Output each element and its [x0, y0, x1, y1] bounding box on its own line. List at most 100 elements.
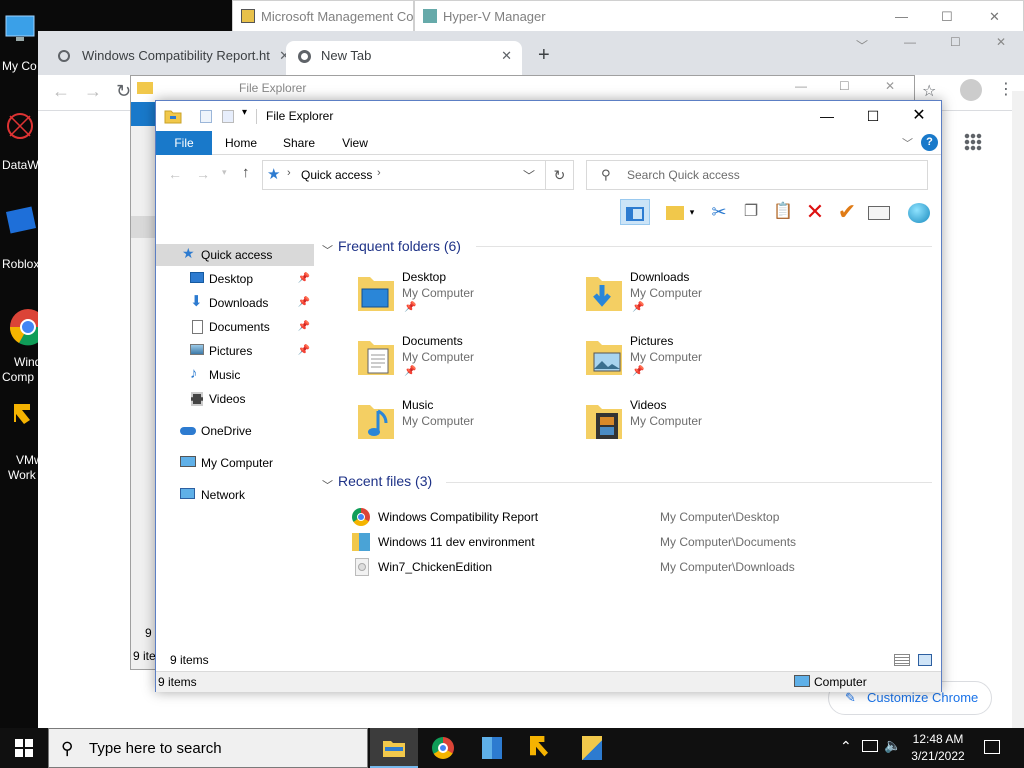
- folder-tile-pictures[interactable]: Pictures My Computer 📌: [584, 333, 804, 393]
- forward-arrow-icon[interactable]: →: [196, 166, 210, 182]
- back-arrow-icon[interactable]: ←: [52, 81, 70, 102]
- bookmark-star-icon[interactable]: ☆: [922, 81, 936, 101]
- tab-home[interactable]: Home: [218, 131, 264, 155]
- sidebar-item-quick-access[interactable]: ★ Quick access: [156, 244, 314, 266]
- pin-icon[interactable]: 📌: [298, 292, 310, 314]
- back-arrow-icon[interactable]: ←: [168, 166, 182, 182]
- hyperv-maximize-button[interactable]: ☐: [941, 1, 953, 33]
- new-tab-plus-icon[interactable]: +: [538, 45, 550, 65]
- chrome-minimize-button[interactable]: —: [904, 35, 916, 49]
- refresh-icon[interactable]: ↻: [546, 160, 574, 190]
- frequent-folders-header[interactable]: Frequent folders (6): [338, 236, 461, 256]
- hyperv-window-strip[interactable]: Hyper-V Manager — ☐ ✕: [414, 0, 1024, 32]
- close-icon[interactable]: ✕: [279, 41, 286, 71]
- taskbar-hyperv[interactable]: [468, 728, 516, 768]
- close-button[interactable]: ✕: [896, 101, 942, 131]
- pin-icon[interactable]: 📌: [298, 268, 310, 290]
- breadcrumb-separator-icon[interactable]: ›: [377, 167, 381, 179]
- explorer-titlebar[interactable]: ▾ File Explorer — ☐ ✕: [156, 101, 941, 131]
- desktop-icon-label-2: Comp: [2, 370, 35, 384]
- chrome-scrollbar[interactable]: [1012, 91, 1024, 730]
- minimize-button[interactable]: —: [804, 101, 850, 131]
- taskbar-search-input[interactable]: ⚲ Type here to search: [48, 728, 368, 768]
- hyperv-minimize-button[interactable]: —: [895, 1, 908, 33]
- shell-globe-icon[interactable]: [906, 199, 932, 225]
- folder-tile-documents[interactable]: Documents My Computer 📌: [356, 333, 576, 393]
- preview-pane-icon[interactable]: [620, 199, 650, 225]
- sidebar-item-videos[interactable]: Videos: [156, 388, 314, 410]
- pin-icon[interactable]: 📌: [298, 340, 310, 362]
- quick-access-toolbar-dropdown-icon[interactable]: ▾: [242, 107, 247, 118]
- sidebar-item-downloads[interactable]: ⬇ Downloads 📌: [156, 292, 314, 314]
- large-icons-view-icon[interactable]: [918, 654, 932, 666]
- taskbar-vmware[interactable]: [518, 728, 566, 768]
- reload-icon[interactable]: ↻: [116, 81, 131, 102]
- cut-scissors-icon[interactable]: ✂: [706, 199, 732, 225]
- quick-access-toolbar-properties-icon[interactable]: [200, 110, 212, 123]
- volume-speaker-icon[interactable]: 🔈: [884, 737, 901, 754]
- start-button[interactable]: [0, 728, 48, 768]
- taskbar-mmc[interactable]: [568, 728, 616, 768]
- back-explorer-close[interactable]: ✕: [885, 79, 895, 93]
- folder-tile-downloads[interactable]: Downloads My Computer 📌: [584, 269, 804, 329]
- sidebar-item-onedrive[interactable]: OneDrive: [156, 420, 314, 442]
- quick-access-toolbar-newfolder-icon[interactable]: [222, 110, 234, 123]
- new-folder-icon[interactable]: [662, 199, 688, 225]
- taskbar-clock[interactable]: 12:48 AM 3/21/2022: [900, 731, 976, 765]
- profile-avatar-icon[interactable]: [960, 79, 982, 101]
- chevron-down-icon[interactable]: ﹀: [322, 477, 333, 493]
- chrome-tab-compat-report[interactable]: Windows Compatibility Report.ht ✕: [50, 41, 286, 78]
- chrome-tab-new-tab[interactable]: New Tab ✕: [286, 41, 522, 78]
- ribbon-expand-chevron-icon[interactable]: ﹀: [902, 135, 913, 151]
- help-icon[interactable]: ?: [921, 134, 938, 151]
- details-view-icon[interactable]: [894, 654, 910, 666]
- up-arrow-icon[interactable]: ↑: [242, 164, 250, 181]
- pin-icon[interactable]: 📌: [298, 316, 310, 338]
- recent-file-row[interactable]: Windows 11 dev environment My Computer\D…: [346, 531, 946, 553]
- sidebar-item-label: Network: [201, 488, 246, 502]
- taskbar-file-explorer[interactable]: [370, 728, 418, 768]
- search-input[interactable]: ⚲ Search Quick access: [586, 160, 928, 190]
- recent-file-row[interactable]: Win7_ChickenEdition My Computer\Download…: [346, 556, 946, 578]
- sidebar-item-desktop[interactable]: Desktop 📌: [156, 268, 314, 290]
- address-dropdown-icon[interactable]: ﹀: [523, 167, 535, 184]
- back-explorer-minimize[interactable]: —: [795, 79, 807, 93]
- copy-icon[interactable]: ❐: [738, 199, 764, 225]
- hyperv-close-button[interactable]: ✕: [989, 1, 1000, 33]
- new-folder-dropdown-icon[interactable]: ▾: [686, 199, 698, 225]
- address-box[interactable]: ★ › Quick access › ﹀: [262, 160, 546, 190]
- properties-card-icon[interactable]: [866, 199, 892, 225]
- forward-arrow-icon[interactable]: →: [84, 81, 102, 102]
- sidebar-item-network[interactable]: Network: [156, 484, 314, 506]
- chevron-down-icon[interactable]: ﹀: [322, 242, 333, 258]
- tab-view[interactable]: View: [332, 131, 378, 155]
- rename-check-icon[interactable]: ✔: [834, 199, 860, 225]
- network-tray-icon[interactable]: [862, 740, 878, 752]
- close-icon[interactable]: ✕: [501, 41, 512, 71]
- tab-share[interactable]: Share: [276, 131, 322, 155]
- chrome-maximize-button[interactable]: ☐: [950, 35, 961, 49]
- recent-files-header[interactable]: Recent files (3): [338, 471, 432, 491]
- folder-tile-desktop[interactable]: Desktop My Computer 📌: [356, 269, 576, 329]
- show-hidden-icons-chevron-icon[interactable]: ⌃: [840, 738, 852, 755]
- paste-clipboard-icon[interactable]: 📋: [770, 199, 796, 225]
- chrome-close-button[interactable]: ✕: [996, 35, 1006, 49]
- notification-center-icon[interactable]: [984, 740, 1000, 754]
- chevron-down-icon[interactable]: ﹀: [856, 37, 868, 54]
- apps-grid-icon[interactable]: [964, 133, 982, 151]
- tab-file[interactable]: File: [156, 131, 212, 155]
- folder-tile-videos[interactable]: Videos My Computer: [584, 397, 804, 457]
- sidebar-item-my-computer[interactable]: My Computer: [156, 452, 314, 474]
- sidebar-item-pictures[interactable]: Pictures 📌: [156, 340, 314, 362]
- recent-file-row[interactable]: Windows Compatibility Report My Computer…: [346, 506, 946, 528]
- back-explorer-maximize[interactable]: ☐: [839, 79, 850, 93]
- recent-locations-chevron-icon[interactable]: ▾: [222, 167, 227, 178]
- sidebar-item-documents[interactable]: Documents 📌: [156, 316, 314, 338]
- breadcrumb[interactable]: Quick access: [301, 168, 372, 182]
- maximize-button[interactable]: ☐: [850, 101, 896, 131]
- sidebar-item-music[interactable]: ♪ Music: [156, 364, 314, 386]
- taskbar-chrome[interactable]: [420, 728, 468, 768]
- folder-tile-music[interactable]: Music My Computer: [356, 397, 576, 457]
- delete-x-icon[interactable]: ✕: [802, 199, 828, 225]
- mmc-window-strip[interactable]: Microsoft Management Cons: [232, 0, 415, 32]
